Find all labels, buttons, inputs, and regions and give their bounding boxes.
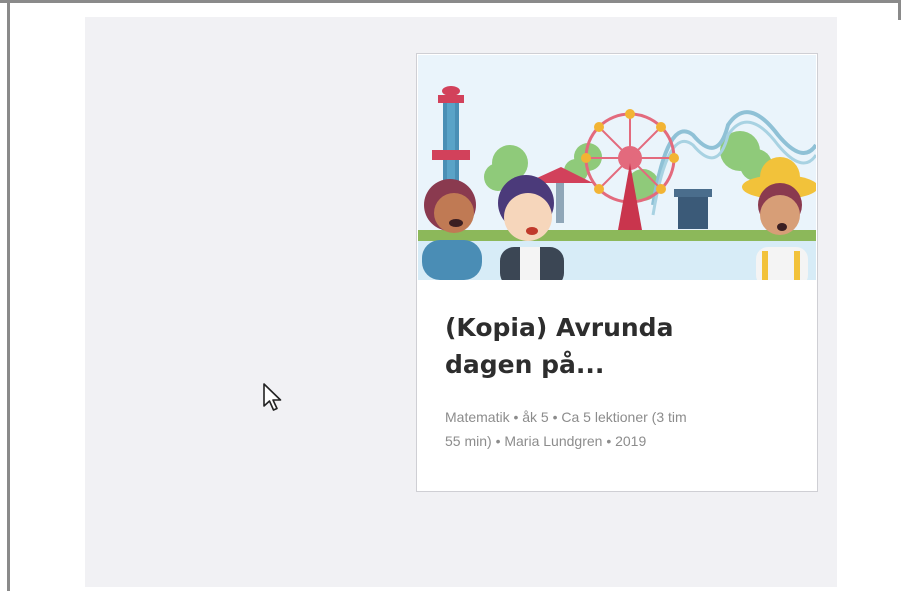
window-frame-left [7,0,10,591]
card-title-line-2: dagen på... [445,350,605,379]
window-frame-top [0,0,901,3]
illustration-svg [418,55,816,280]
mouse-pointer-icon [262,382,284,419]
card-meta-line-2: 55 min) • Maria Lundgren • 2019 [445,433,647,449]
card-title[interactable]: (Kopia) Avrunda dagen på... [445,309,775,383]
card-title-line-1: (Kopia) Avrunda [445,313,674,342]
lesson-card[interactable]: (Kopia) Avrunda dagen på... Matematik • … [416,53,818,492]
amusement-park-illustration[interactable] [418,55,816,280]
card-meta-line-1: Matematik • åk 5 • Ca 5 lektioner (3 tim [445,409,687,425]
card-meta: Matematik • åk 5 • Ca 5 lektioner (3 tim… [445,405,795,453]
